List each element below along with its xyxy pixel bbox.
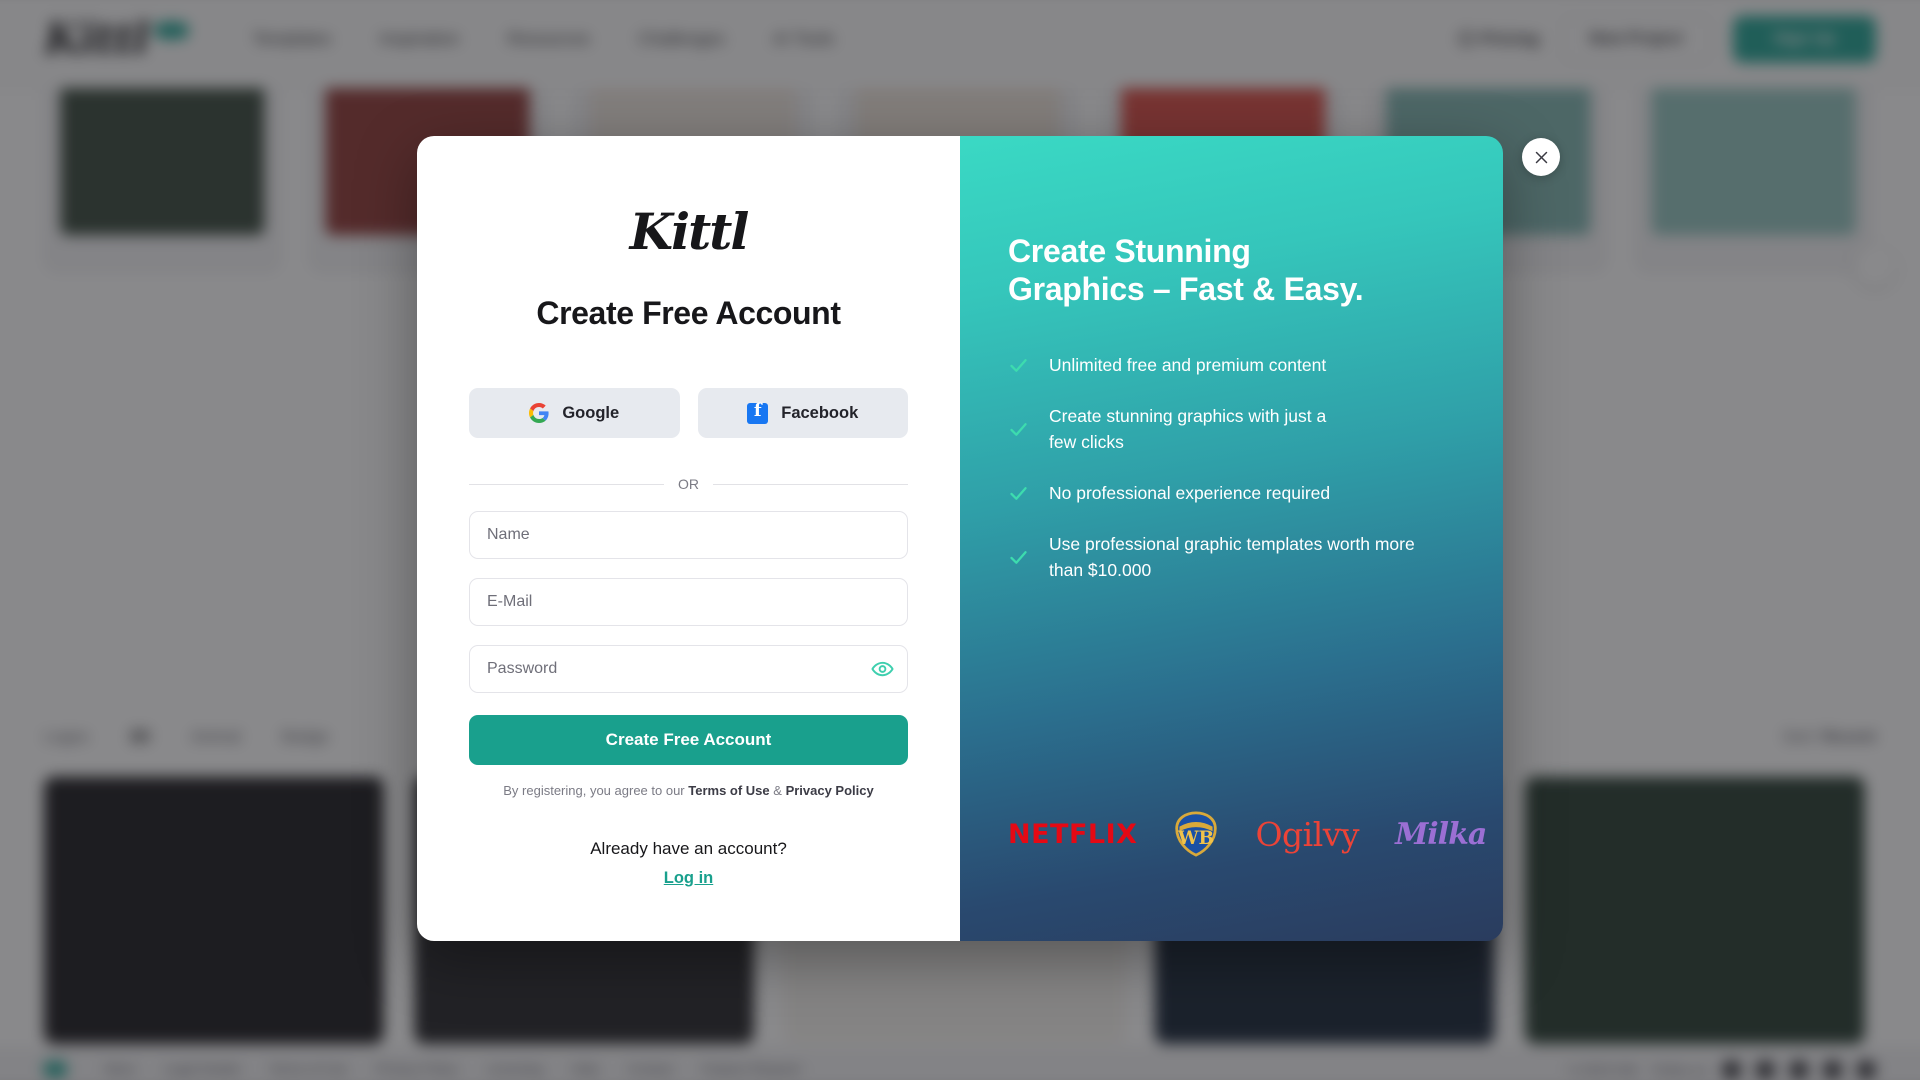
promo-title-line1: Create Stunning — [1008, 233, 1251, 269]
svg-text:WB: WB — [1177, 828, 1214, 849]
google-signin-button[interactable]: Google — [469, 388, 680, 438]
already-have-account-label: Already have an account? — [590, 838, 787, 858]
facebook-signin-label: Facebook — [781, 403, 859, 422]
ogilvy-logo: Ogilvy — [1255, 814, 1360, 854]
privacy-policy-link[interactable]: Privacy Policy — [786, 783, 874, 798]
benefit-label: No professional experience required — [1049, 482, 1331, 503]
legal-text: By registering, you agree to our Terms o… — [503, 781, 873, 801]
name-input[interactable] — [469, 511, 908, 559]
close-icon — [1534, 150, 1549, 165]
password-field-wrapper — [469, 626, 908, 693]
close-modal-button[interactable] — [1522, 138, 1560, 176]
benefit-item: No professional experience required — [1008, 481, 1449, 506]
divider-line-right — [713, 483, 908, 485]
brand-logos-row: NETFLIX WB Ogilvy Milka — [1008, 811, 1487, 857]
eye-icon — [871, 661, 894, 683]
benefit-label: Create stunning graphics with just a few… — [1049, 406, 1327, 452]
facebook-icon — [747, 400, 769, 424]
promo-title-line2: Graphics – Fast & Easy. — [1008, 271, 1364, 308]
promo-panel: Create Stunning Graphics – Fast & Easy. … — [960, 136, 1503, 941]
benefit-item: Use professional graphic templates worth… — [1008, 532, 1449, 583]
benefit-label: Unlimited free and premium content — [1049, 354, 1327, 375]
toggle-password-visibility-button[interactable] — [871, 657, 894, 680]
create-account-submit-button[interactable]: Create Free Account — [469, 715, 908, 765]
divider-line-left — [469, 483, 664, 485]
check-icon — [1008, 355, 1029, 376]
page-title: Create Free Account — [536, 295, 841, 331]
password-input[interactable] — [469, 645, 908, 693]
facebook-signin-button[interactable]: Facebook — [697, 388, 908, 438]
divider: OR — [469, 476, 908, 492]
google-icon — [529, 403, 549, 423]
divider-label: OR — [678, 476, 699, 492]
benefits-list: Unlimited free and premium content Creat… — [1008, 353, 1449, 583]
promo-title: Create Stunning Graphics – Fast & Easy. — [1008, 232, 1449, 309]
warner-bros-logo: WB — [1173, 811, 1219, 857]
page-root: Logos 3D Animal Badge Sort: Recent More … — [0, 0, 1920, 1080]
netflix-logo: NETFLIX — [1008, 818, 1138, 850]
email-input[interactable] — [469, 578, 908, 626]
check-icon — [1008, 419, 1029, 440]
signup-modal: Kittl Create Free Account Google f Faceb… — [417, 136, 1503, 941]
signup-form-panel: Kittl Create Free Account Google f Faceb… — [417, 136, 960, 941]
milka-logo: Milka — [1395, 816, 1487, 852]
benefit-label: Use professional graphic templates worth… — [1049, 534, 1415, 580]
google-signin-label: Google — [562, 403, 620, 422]
benefit-item: Create stunning graphics with just a few… — [1008, 404, 1449, 455]
social-login-row: Google Facebook — [469, 388, 908, 438]
check-icon — [1008, 483, 1029, 504]
legal-separator: & — [769, 783, 786, 798]
kittl-logo: Kittl — [629, 202, 750, 261]
legal-prefix: By registering, you agree to our — [503, 783, 689, 798]
benefit-item: Unlimited free and premium content — [1008, 353, 1449, 378]
login-link[interactable]: Log in — [664, 869, 713, 888]
check-icon — [1008, 547, 1029, 568]
terms-of-use-link[interactable]: Terms of Use — [688, 783, 769, 798]
